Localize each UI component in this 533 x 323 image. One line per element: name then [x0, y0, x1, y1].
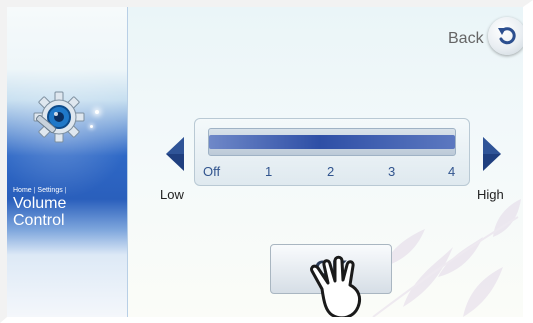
- breadcrumb-separator: |: [64, 187, 67, 194]
- volume-slider[interactable]: [208, 128, 456, 156]
- volume-control-screen: Home | Settings | Volume Control Back Of…: [0, 0, 533, 323]
- breadcrumb-separator: |: [33, 187, 36, 194]
- back-button[interactable]: [488, 17, 526, 55]
- volume-level-fill: [209, 135, 455, 149]
- rotate-back-icon: [498, 27, 516, 45]
- hand-pointer-icon: [310, 255, 362, 320]
- volume-tick-2: 2: [327, 164, 335, 179]
- page-title-line1: Volume: [13, 195, 67, 212]
- gear-wrench-icon: [33, 91, 85, 143]
- back-label[interactable]: Back: [448, 30, 484, 48]
- volume-increase-button[interactable]: [481, 135, 503, 173]
- high-label: High: [477, 187, 504, 202]
- volume-tick-1: 1: [265, 164, 273, 179]
- volume-decrease-button[interactable]: [164, 135, 186, 173]
- breadcrumb-settings[interactable]: Settings: [37, 187, 62, 194]
- breadcrumb: Home | Settings |: [13, 187, 67, 194]
- breadcrumb-home[interactable]: Home: [13, 187, 32, 194]
- sparkle-icon: [95, 110, 99, 114]
- sparkle-icon: [90, 125, 93, 128]
- low-label: Low: [160, 187, 184, 202]
- volume-tick-off: Off: [203, 164, 221, 179]
- volume-tick-3: 3: [388, 164, 396, 179]
- page-title-line2: Control: [13, 212, 65, 229]
- volume-tick-4: 4: [448, 164, 456, 179]
- sidebar: Home | Settings | Volume Control: [7, 7, 128, 317]
